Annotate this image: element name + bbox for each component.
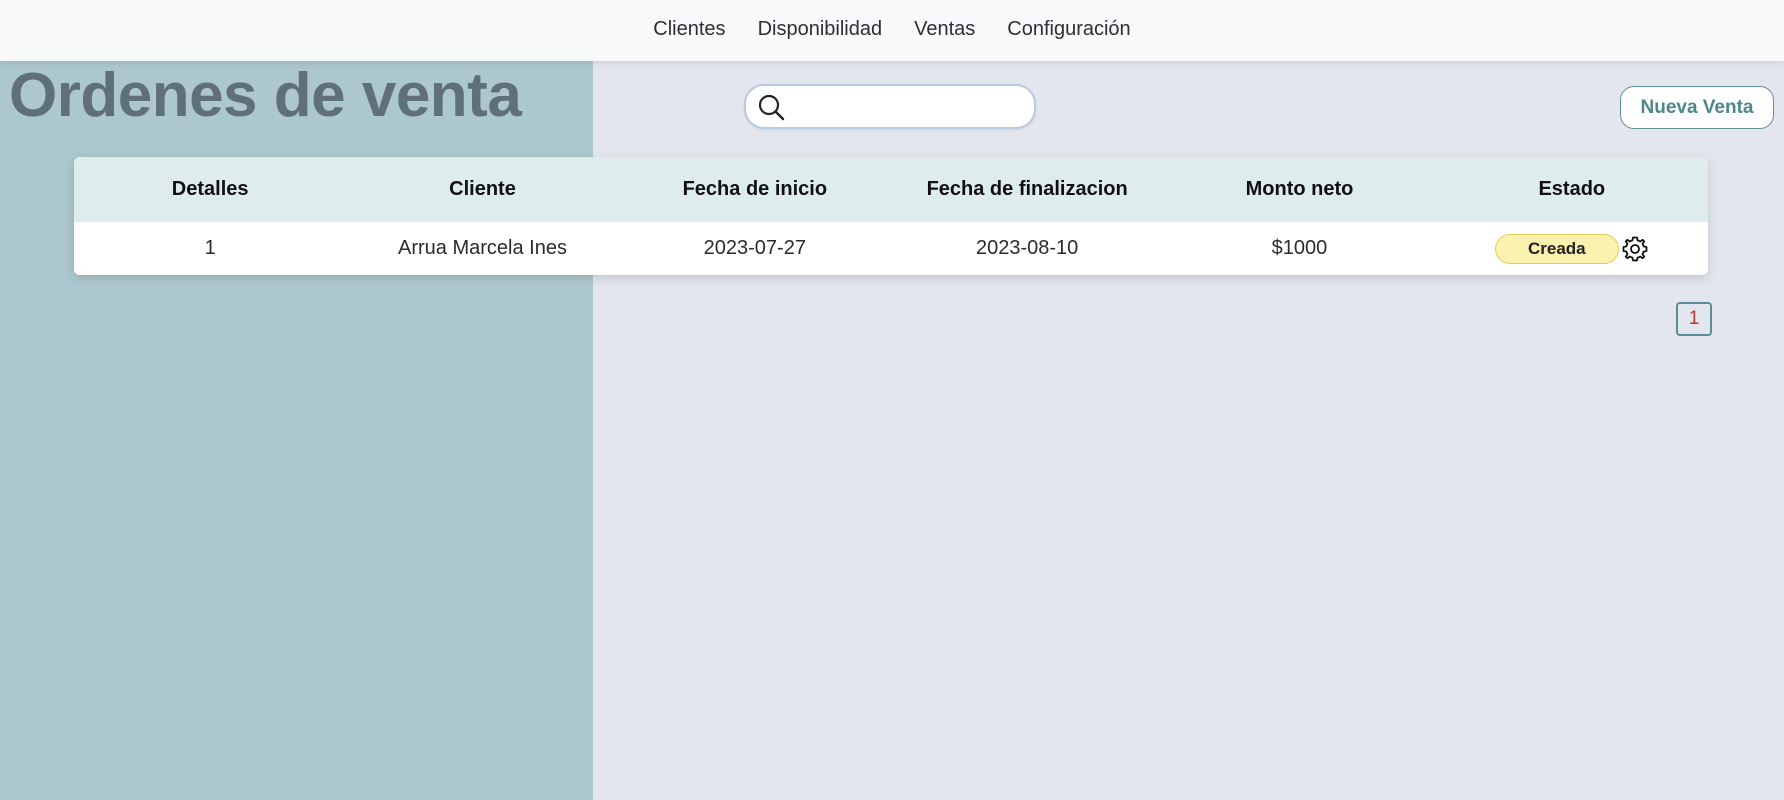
status-cell-content: Creada	[1494, 233, 1649, 264]
new-sale-button[interactable]: Nueva Venta	[1620, 86, 1774, 129]
search-box[interactable]	[744, 84, 1036, 129]
cell-end-date: 2023-08-10	[975, 237, 1079, 259]
search-icon	[758, 94, 785, 121]
cell-net-amount: $1000	[1271, 237, 1328, 259]
nav-item-clientes[interactable]: Clientes	[653, 18, 725, 43]
top-navbar: Clientes Disponibilidad Ventas Configura…	[0, 0, 1784, 61]
page: Clientes Disponibilidad Ventas Configura…	[0, 0, 1784, 800]
column-header-client: Cliente	[449, 178, 516, 200]
column-header-details: Detalles	[171, 178, 249, 200]
nav-item-ventas[interactable]: Ventas	[914, 18, 975, 43]
cell-client: Arrua Marcela Ines	[398, 237, 567, 259]
column-header-net-amount: Monto neto	[1245, 178, 1354, 200]
cell-details[interactable]: 1	[74, 222, 346, 275]
nav-item-configuracion[interactable]: Configuración	[1007, 18, 1130, 43]
table-row[interactable]: 1 Arrua Marcela Ines 2023-07-27 2023-08-…	[74, 222, 1708, 275]
nav-item-disponibilidad[interactable]: Disponibilidad	[758, 18, 883, 43]
status-badge: Creada	[1494, 233, 1619, 264]
column-header-status: Estado	[1538, 178, 1606, 200]
cell-status: Creada	[1436, 222, 1708, 275]
table-header-row: Detalles Cliente Fecha de inicio Fecha d…	[74, 157, 1708, 222]
search-input[interactable]	[794, 92, 1026, 124]
gear-icon[interactable]	[1621, 235, 1649, 263]
column-header-start-date: Fecha de inicio	[682, 178, 828, 200]
orders-table: Detalles Cliente Fecha de inicio Fecha d…	[74, 157, 1708, 275]
column-header-end-date: Fecha de finalizacion	[926, 178, 1128, 200]
pagination-page-button[interactable]: 1	[1676, 302, 1712, 336]
page-title: Ordenes de venta	[9, 61, 522, 130]
cell-start-date: 2023-07-27	[703, 237, 806, 259]
